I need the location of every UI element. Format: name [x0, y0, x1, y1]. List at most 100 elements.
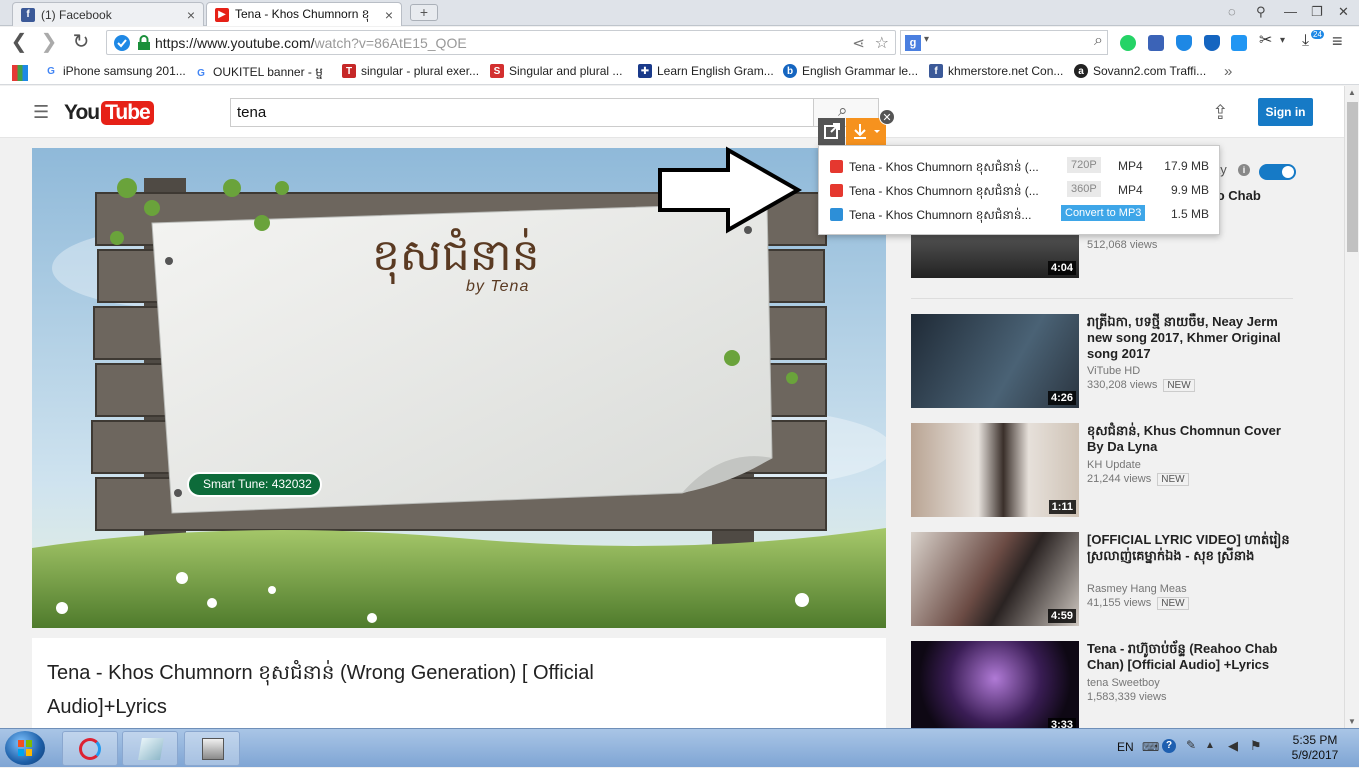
search-engine-icon[interactable]: g	[905, 35, 921, 51]
bookmark-item[interactable]: GiPhone samsung 201...	[44, 64, 186, 78]
download-name: Tena - Khos Chumnorn ខុសជំនាន់...	[849, 208, 1032, 222]
scroll-thumb[interactable]	[1347, 102, 1358, 252]
close-tab-icon[interactable]: ×	[385, 7, 393, 23]
related-channel[interactable]: tena Sweetboy	[1087, 677, 1160, 689]
smart-tune-badge[interactable]: Smart Tune: 432032	[187, 472, 322, 497]
bookmark-item[interactable]: a Sovann2.com Traffi...	[1074, 64, 1206, 78]
shield-icon[interactable]	[1204, 35, 1220, 51]
chevron-down-icon[interactable]: ▾	[1280, 35, 1296, 51]
video-thumbnail[interactable]: 4:26	[911, 314, 1079, 408]
chat-icon[interactable]: ◌	[1228, 4, 1236, 19]
close-tab-icon[interactable]: ×	[187, 7, 195, 23]
flag-icon[interactable]: ⚑	[1250, 738, 1262, 754]
bookmarks-overflow-icon[interactable]: »	[1224, 63, 1232, 80]
downloader-toolbar	[818, 118, 886, 145]
browser-app-icon	[79, 738, 101, 760]
related-title[interactable]: [OFFICIAL LYRIC VIDEO] ហាត់រៀនស្រលាញ់គេម…	[1087, 532, 1299, 564]
shield-icon[interactable]	[1176, 35, 1192, 51]
info-icon[interactable]: i	[1238, 164, 1250, 176]
video-thumbnail[interactable]: 4:59	[911, 532, 1079, 626]
keyboard-icon[interactable]: ⌨	[1142, 740, 1159, 754]
new-tab-button[interactable]: +	[410, 4, 438, 21]
download-option[interactable]: Tena - Khos Chumnorn ខុសជំនាន់ (... 360P…	[819, 178, 1219, 202]
close-icon[interactable]: ✕	[879, 109, 895, 125]
menu-icon[interactable]: ≡	[1332, 31, 1348, 51]
forward-icon[interactable]: ❯	[38, 32, 60, 54]
address-bar[interactable]: https://www.youtube.com/watch?v=86AtE15_…	[106, 30, 896, 55]
bookmark-item[interactable]: b English Grammar le...	[783, 64, 918, 78]
annotation-arrow	[658, 146, 803, 234]
related-video[interactable]: 4:59 [OFFICIAL LYRIC VIDEO] ហាត់រៀនស្រលា…	[911, 532, 1296, 628]
popout-icon[interactable]	[818, 118, 845, 145]
video-file-icon	[830, 160, 843, 173]
related-video[interactable]: 4:26 រាត្រីឯកា, បទថ្មី នាយចឺម, Neay Jerm…	[911, 314, 1296, 410]
related-video[interactable]: 3:33 Tena - រាហ៊ូចាប់ច័ន្ទ (Reahoo Chab …	[911, 641, 1296, 728]
reload-icon[interactable]: ↻	[70, 32, 92, 54]
tab-youtube[interactable]: ▶ Tena - Khos Chumnorn ខុ ×	[206, 2, 402, 26]
folder-icon	[202, 738, 224, 760]
search-icon[interactable]: ⌕	[1094, 32, 1103, 50]
apps-icon[interactable]	[12, 65, 28, 81]
back-icon[interactable]: ❮	[8, 32, 30, 54]
pin-icon[interactable]: ⚲	[1256, 4, 1266, 20]
vertical-scrollbar[interactable]: ▲ ▼	[1344, 86, 1359, 728]
share-icon[interactable]: ⋖	[852, 34, 865, 52]
bookmark-item[interactable]: G OUKITEL banner - ម្ន	[194, 64, 323, 82]
related-channel[interactable]: KH Update	[1087, 459, 1141, 471]
bookmark-item[interactable]: f khmerstore.net Con...	[929, 64, 1063, 78]
related-video[interactable]: 1:11 ខុសជំនាន់, Khus Chomnun Cover By Da…	[911, 423, 1296, 519]
taskbar-app-files[interactable]	[122, 731, 178, 766]
volume-icon[interactable]: ◀	[1228, 738, 1238, 754]
video-thumbnail[interactable]: 1:11	[911, 423, 1079, 517]
tab-strip: f (1) Facebook × ▶ Tena - Khos Chumnorn …	[0, 0, 1359, 26]
scroll-up-icon[interactable]: ▲	[1348, 88, 1356, 97]
download-icon[interactable]	[1231, 35, 1247, 51]
autoplay-toggle[interactable]	[1259, 164, 1296, 180]
system-clock[interactable]: 5:35 PM 5/9/2017	[1280, 733, 1350, 763]
bookmark-item[interactable]: ✚ Learn English Gram...	[638, 64, 774, 78]
tab-facebook[interactable]: f (1) Facebook ×	[12, 2, 204, 26]
bookmark-star-icon[interactable]: ☆	[875, 33, 889, 53]
taskbar-app-browser[interactable]	[62, 731, 118, 766]
language-indicator[interactable]: EN	[1117, 740, 1134, 754]
related-channel[interactable]: Rasmey Hang Meas	[1087, 583, 1187, 595]
google-icon: G	[197, 67, 205, 79]
download-option[interactable]: Tena - Khos Chumnorn ខុសជំនាន់... Conver…	[819, 202, 1219, 226]
pen-icon[interactable]: ✎	[1186, 738, 1196, 752]
scissors-icon[interactable]: ✂	[1259, 33, 1275, 49]
hamburger-menu-icon[interactable]: ☰	[33, 102, 49, 123]
restore-icon[interactable]: ❐	[1311, 4, 1323, 20]
download-option[interactable]: Tena - Khos Chumnorn ខុសជំនាន់ (... 720P…	[819, 154, 1219, 178]
tab-title: (1) Facebook	[41, 7, 112, 22]
bookmark-item[interactable]: Tsingular - plural exer...	[342, 64, 479, 78]
related-channel[interactable]: ViTube HD	[1087, 365, 1140, 377]
video-duration: 1:11	[1048, 500, 1076, 514]
show-hidden-icons[interactable]: ▲	[1205, 740, 1215, 751]
taskbar-app-explorer[interactable]	[184, 731, 240, 766]
search-input[interactable]: tena	[230, 98, 814, 127]
bookmark-label: Sovann2.com Traffi...	[1093, 64, 1207, 78]
logo-tube: Tube	[101, 101, 154, 125]
video-thumbnail[interactable]: 3:33	[911, 641, 1079, 728]
start-button[interactable]	[5, 731, 45, 765]
related-title[interactable]: Tena - រាហ៊ូចាប់ច័ន្ទ (Reahoo Chab Chan)…	[1087, 641, 1299, 673]
close-window-icon[interactable]: ✕	[1338, 4, 1349, 20]
help-icon[interactable]: ?	[1162, 739, 1176, 753]
engine-search-box[interactable]: g ▾ ⌕	[900, 30, 1108, 55]
whatsapp-icon[interactable]	[1120, 35, 1136, 51]
youtube-logo[interactable]: You Tube	[64, 99, 154, 127]
related-title[interactable]: ខុសជំនាន់, Khus Chomnun Cover By Da Lyna	[1087, 423, 1299, 455]
quality-badge: 720P	[1067, 157, 1101, 173]
related-views: 512,068 views	[1087, 239, 1158, 251]
extension-icon[interactable]	[1148, 35, 1164, 51]
minimize-icon[interactable]: —	[1284, 4, 1297, 19]
sign-in-button[interactable]: Sign in	[1258, 98, 1313, 126]
related-title[interactable]: រាត្រីឯកា, បទថ្មី នាយចឺម, Neay Jerm new …	[1087, 314, 1299, 362]
upload-icon[interactable]: ⇪	[1212, 100, 1229, 125]
chevron-down-icon[interactable]: ▾	[924, 34, 929, 45]
bookmark-item[interactable]: S Singular and plural ...	[490, 64, 622, 78]
new-badge: NEW	[1157, 597, 1189, 610]
scroll-down-icon[interactable]: ▼	[1348, 717, 1356, 726]
shield-check-icon	[114, 34, 130, 51]
convert-mp3-button[interactable]: Convert to MP3	[1061, 205, 1146, 221]
